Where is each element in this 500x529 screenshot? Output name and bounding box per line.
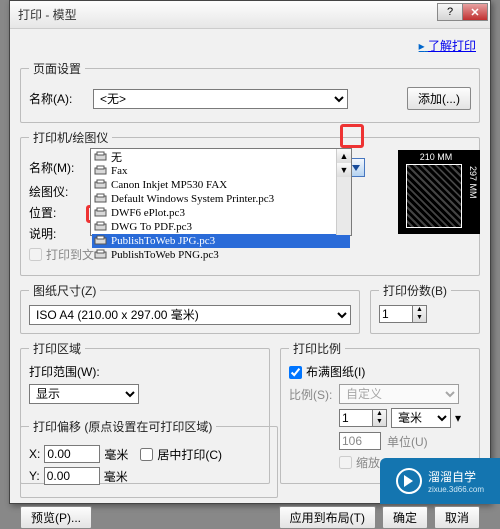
print-to-file-label: 打印到文 (46, 246, 94, 263)
plot-offset-group: 打印偏移 (原点设置在可打印区域) X: 毫米 居中打印(C) Y: 毫米 (20, 418, 278, 498)
den-input (339, 432, 381, 450)
copies-legend: 打印份数(B) (379, 282, 451, 299)
plot-area-legend: 打印区域 (29, 340, 85, 357)
print-to-file-checkbox (29, 248, 42, 261)
dropdown-item[interactable]: Fax (92, 164, 350, 178)
disclosure-icon: ▸ (419, 39, 425, 53)
dropdown-item[interactable]: Canon Inkjet MP530 FAX (92, 178, 350, 192)
printer-dropdown[interactable]: 无FaxCanon Inkjet MP530 FAXDefault Window… (90, 148, 352, 236)
learn-print-link[interactable]: 了解打印 (428, 39, 476, 53)
unit-combo[interactable]: 毫米 (391, 408, 451, 428)
unit-input[interactable] (339, 409, 373, 427)
printer-icon (94, 165, 107, 177)
plotter-label: 绘图仪: (29, 183, 93, 200)
description-label: 说明: (29, 225, 93, 242)
dropdown-item[interactable]: DWG To PDF.pc3 (92, 220, 350, 234)
offset-y-input[interactable] (44, 467, 100, 485)
dropdown-item[interactable]: 无 (92, 150, 350, 164)
play-icon (396, 468, 422, 494)
fit-checkbox[interactable] (289, 366, 302, 379)
printer-icon (94, 179, 107, 191)
page-settings-group: 页面设置 名称(A): <无> 添加(...) (20, 60, 480, 123)
location-label: 位置: (29, 204, 93, 221)
scale-select: 自定义 (339, 384, 459, 404)
paper-size-legend: 图纸尺寸(Z) (29, 282, 100, 299)
units-label: 单位(U) (387, 433, 428, 450)
add-button[interactable]: 添加(...) (407, 87, 471, 110)
printer-icon (94, 249, 107, 261)
unit-spinner[interactable]: ▲▼ (339, 409, 387, 427)
center-checkbox[interactable] (140, 448, 153, 461)
apply-layout-button[interactable]: 应用到布局(T) (279, 506, 376, 529)
printer-name-label: 名称(M): (29, 159, 93, 176)
plot-area-label: 打印范围(W): (29, 363, 261, 380)
dropdown-scrollbar[interactable]: ▲▼ (336, 149, 351, 235)
page-setup-select[interactable]: <无> (93, 89, 348, 109)
preview-button[interactable]: 预览(P)... (20, 506, 92, 529)
scale-label: 比例(S): (289, 386, 339, 403)
x-label: X: (29, 447, 40, 461)
printer-legend: 打印机/绘图仪 (29, 129, 112, 146)
paper-size-select[interactable]: ISO A4 (210.00 x 297.00 毫米) (29, 305, 351, 325)
titlebar[interactable]: 打印 - 模型 ? ✕ (10, 1, 490, 29)
plot-offset-legend: 打印偏移 (原点设置在可打印区域) (29, 418, 216, 435)
printer-icon (94, 151, 107, 163)
dropdown-item[interactable]: PublishToWeb PNG.pc3 (92, 248, 350, 262)
plot-area-select[interactable]: 显示 (29, 384, 139, 404)
copies-group: 打印份数(B) ▲▼ (370, 282, 480, 334)
copies-spinner[interactable]: ▲▼ (379, 305, 427, 323)
paper-preview: 210 MM 297 MM (398, 150, 480, 234)
plot-scale-legend: 打印比例 (289, 340, 345, 357)
ok-button[interactable]: 确定 (382, 506, 428, 529)
copies-input[interactable] (379, 305, 413, 323)
offset-x-input[interactable] (44, 445, 100, 463)
paper-size-group: 图纸尺寸(Z) ISO A4 (210.00 x 297.00 毫米) (20, 282, 360, 334)
dropdown-item[interactable]: DWF6 ePlot.pc3 (92, 206, 350, 220)
dropdown-item[interactable]: PublishToWeb JPG.pc3 (92, 234, 350, 248)
printer-icon (94, 235, 107, 247)
y-label: Y: (29, 469, 40, 483)
printer-icon (94, 207, 107, 219)
window-title: 打印 - 模型 (18, 6, 77, 23)
cancel-button[interactable]: 取消 (434, 506, 480, 529)
name-label: 名称(A): (29, 90, 93, 107)
scale-lineweight-checkbox (339, 456, 352, 469)
close-button[interactable]: ✕ (462, 3, 488, 21)
printer-icon (94, 221, 107, 233)
watermark: 溜溜自学 zixue.3d66.com (380, 458, 500, 504)
printer-icon (94, 193, 107, 205)
page-settings-legend: 页面设置 (29, 60, 85, 77)
dropdown-item[interactable]: Default Windows System Printer.pc3 (92, 192, 350, 206)
help-button[interactable]: ? (437, 3, 463, 21)
